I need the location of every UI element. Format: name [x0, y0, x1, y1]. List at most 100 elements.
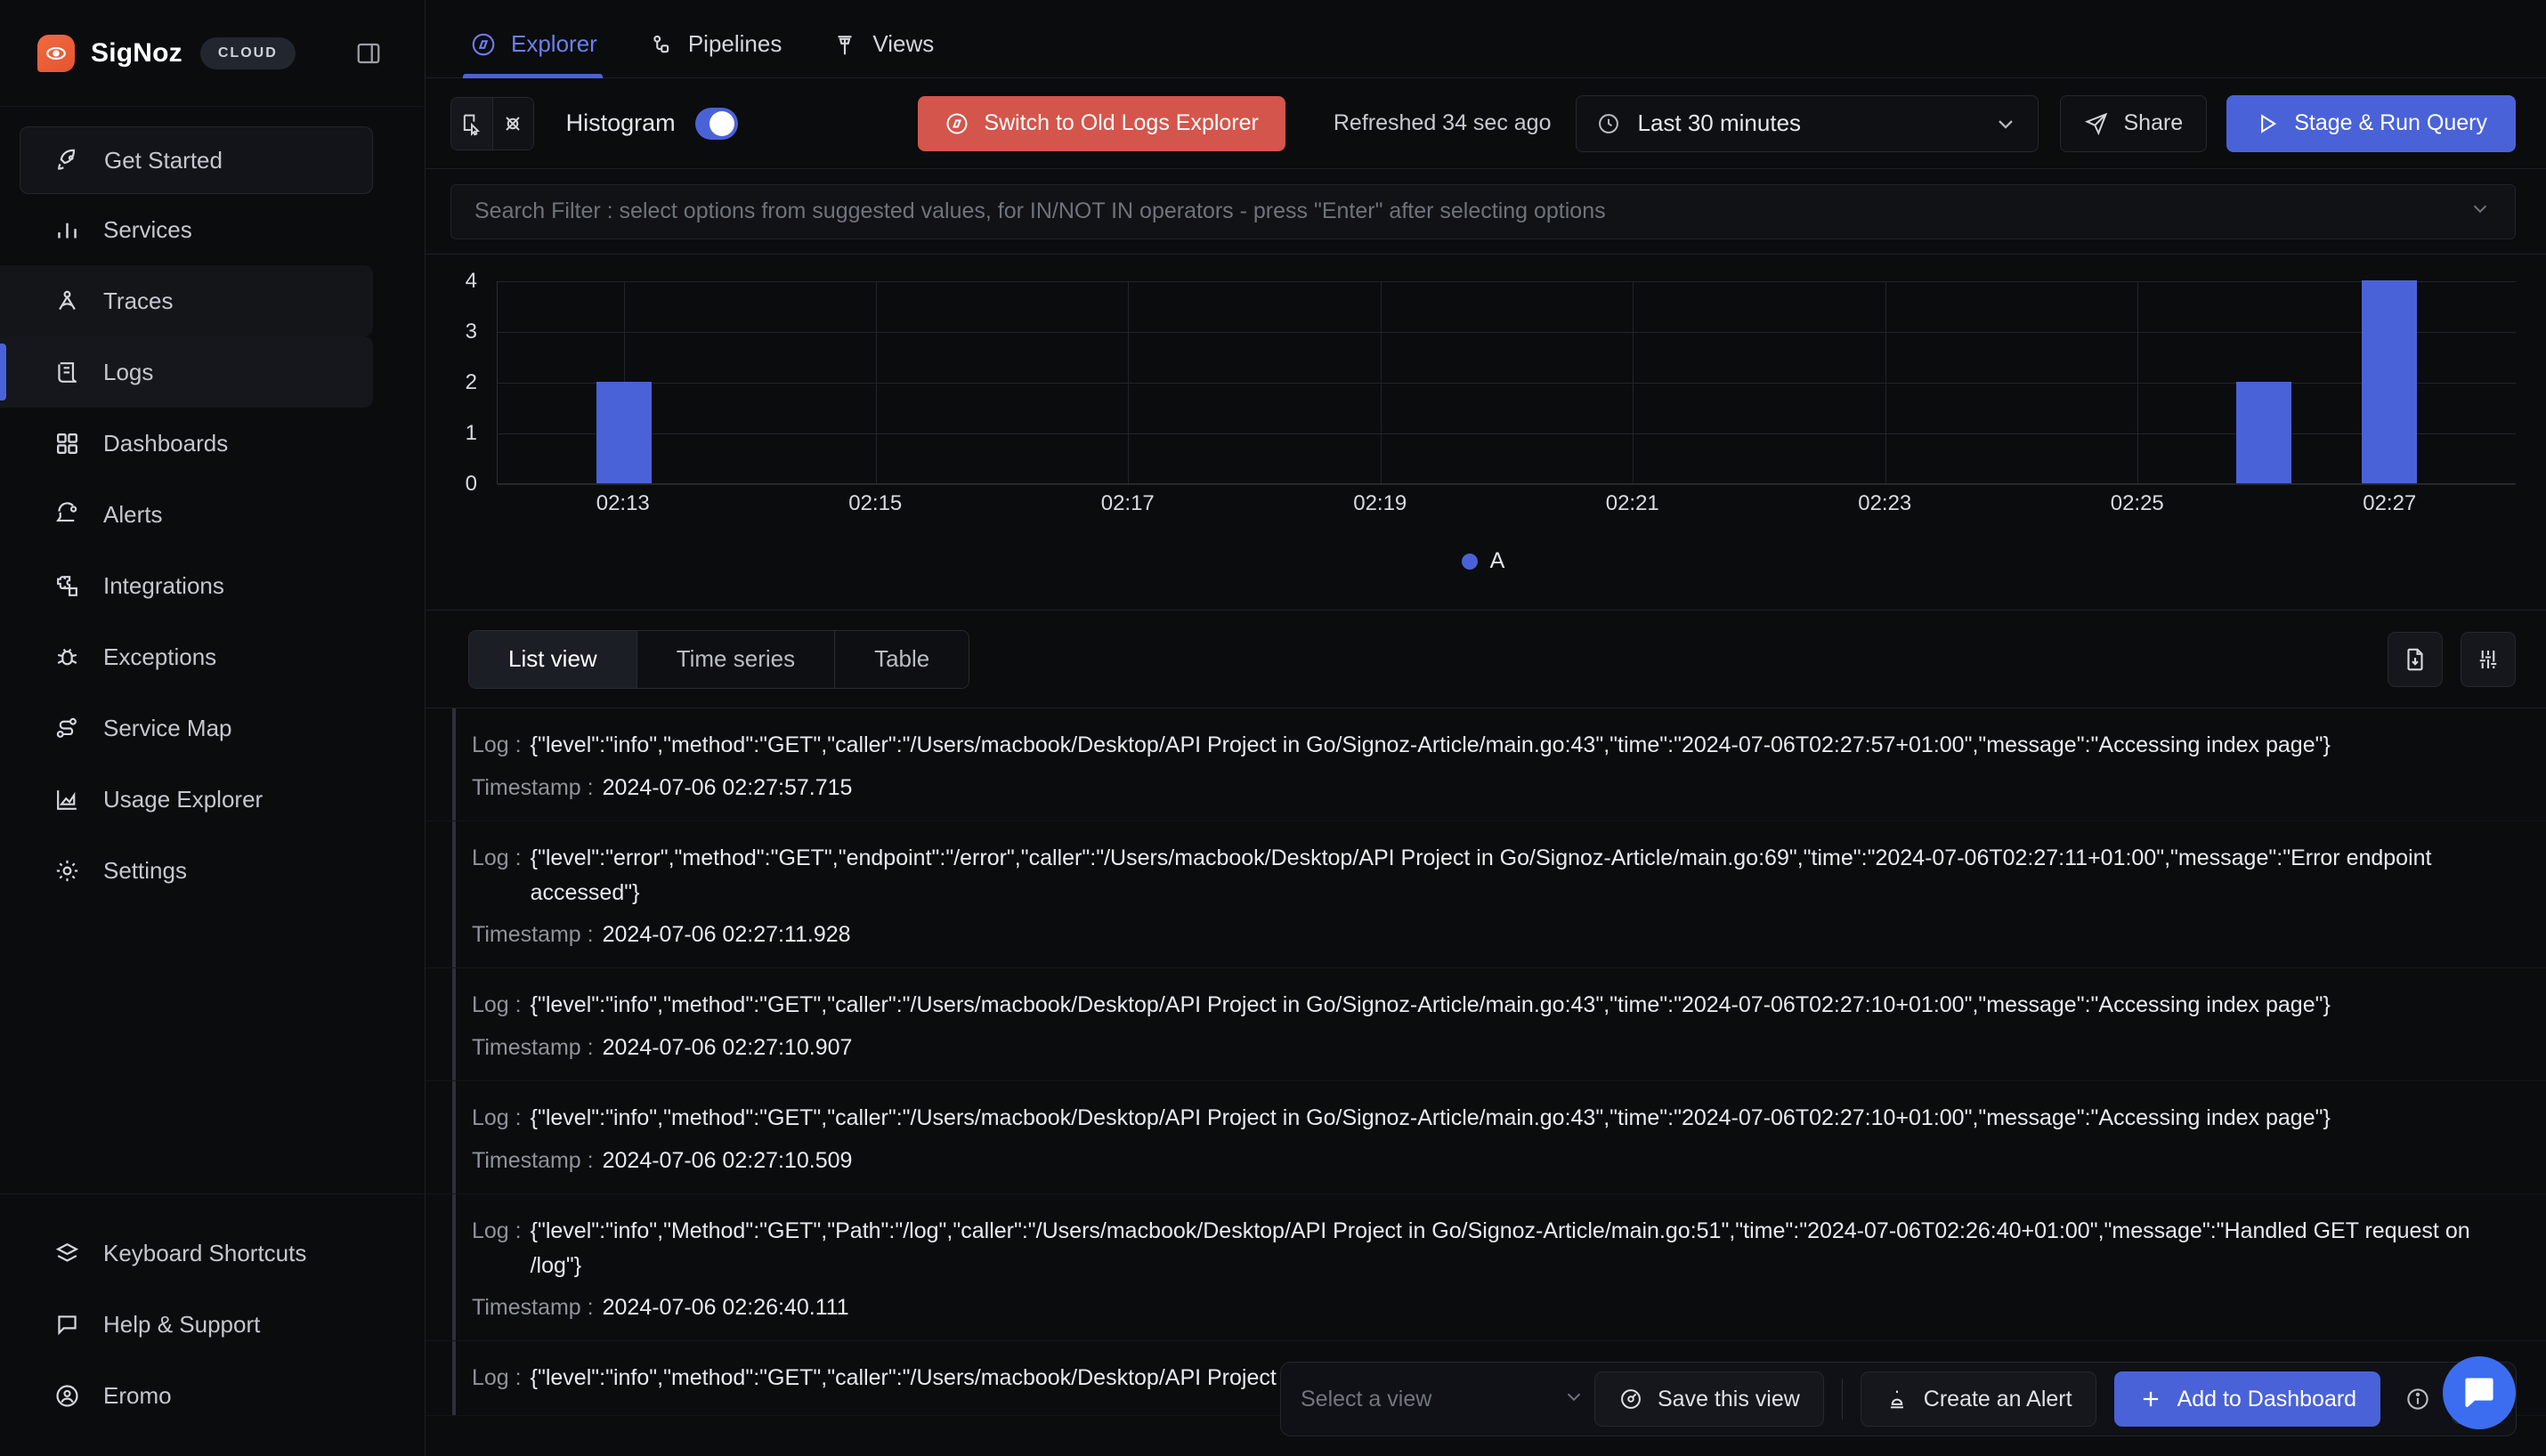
query-toolbar: Histogram Switch to Old Logs Explorer Re…	[426, 78, 2546, 169]
clickhouse-query-icon[interactable]	[491, 97, 533, 150]
intercom-chat-button[interactable]	[2443, 1356, 2516, 1429]
sidebar-item-help-support[interactable]: Help & Support	[0, 1289, 373, 1360]
chart-area: 0 1 2 3 4 02:13 02:15 02:17 02:19 02:21 02:23 02:2…	[450, 269, 2516, 573]
sidebar-item-services[interactable]: Services	[0, 194, 373, 265]
log-row[interactable]: Log : {"level":"error","method":"GET","en…	[426, 821, 2546, 969]
sidebar-item-usage-explorer[interactable]: Usage Explorer	[0, 764, 373, 835]
chart-bar[interactable]	[2235, 382, 2291, 483]
tab-label: Explorer	[511, 30, 597, 57]
search-input[interactable]: Search Filter : select options from sugg…	[450, 183, 2516, 239]
save-disc-icon	[1621, 1389, 1641, 1409]
histogram-label: Histogram	[565, 109, 676, 136]
bell-icon	[52, 499, 82, 530]
stage-and-run-query-button[interactable]: Stage & Run Query	[2226, 94, 2516, 152]
traces-icon	[52, 286, 82, 316]
chevron-down-icon	[1999, 119, 2014, 129]
sidebar-item-get-started[interactable]: Get Started	[20, 126, 373, 194]
chart-y-tick: 3	[465, 320, 477, 344]
tab-table[interactable]: Table	[834, 630, 969, 688]
select-view-dropdown[interactable]: Select a view	[1301, 1372, 1594, 1426]
histogram-toggle[interactable]	[694, 107, 739, 140]
timestamp-key: Timestamp :	[472, 1147, 594, 1173]
log-body: Log : {"level":"info","method":"GET","cal…	[472, 728, 2510, 763]
log-row[interactable]: Log : {"level":"info","method":"GET","cal…	[426, 1081, 2546, 1194]
plus-icon	[2143, 1391, 2158, 1407]
chart-gridline-vertical	[1128, 281, 1130, 483]
sidebar-item-label: Traces	[103, 287, 174, 314]
log-row[interactable]: Log : {"level":"info","method":"GET","cal…	[426, 968, 2546, 1081]
timestamp-value: 2024-07-06 02:27:10.509	[602, 1147, 853, 1173]
view-tabs: List view Time series Table	[468, 629, 970, 689]
puzzle-icon	[52, 570, 82, 601]
create-an-alert-button[interactable]: Create an Alert	[1860, 1371, 2096, 1427]
log-key: Log :	[472, 732, 522, 757]
sidebar: SigNoz CLOUD Get Started Services Traces…	[0, 0, 426, 1456]
sidebar-item-service-map[interactable]: Service Map	[0, 692, 373, 764]
info-icon[interactable]	[2393, 1374, 2443, 1424]
save-this-view-button[interactable]: Save this view	[1594, 1371, 1824, 1427]
log-list[interactable]: Log : {"level":"info","method":"GET","cal…	[426, 708, 2546, 1456]
collapse-sidebar-icon[interactable]	[350, 35, 387, 72]
log-timestamp: Timestamp : 2024-07-06 02:27:10.509	[472, 1148, 2510, 1174]
log-row[interactable]: Log : {"level":"info","method":"GET","cal…	[426, 708, 2546, 821]
chart-x-tick: 02:21	[1605, 491, 1659, 515]
log-value: {"level":"error","method":"GET","endpoin…	[530, 845, 2432, 905]
run-label: Stage & Run Query	[2294, 110, 2487, 135]
chart-bar[interactable]	[2362, 280, 2418, 483]
builder-mode-group	[450, 96, 534, 150]
service-map-icon	[52, 713, 82, 743]
tab-explorer[interactable]: Explorer	[450, 30, 628, 78]
chart-bar[interactable]	[596, 382, 652, 483]
switch-to-old-logs-explorer-button[interactable]: Switch to Old Logs Explorer	[918, 95, 1285, 151]
chart-x-tick: 02:25	[2110, 491, 2164, 515]
pipelines-icon	[653, 35, 669, 53]
chevron-down-icon[interactable]	[2469, 197, 2492, 226]
divider	[1841, 1379, 1843, 1420]
sidebar-item-user-account[interactable]: Eromo	[0, 1360, 373, 1431]
signoz-logo-icon	[37, 34, 75, 72]
sidebar-item-label: Usage Explorer	[103, 785, 264, 813]
bug-icon	[52, 642, 82, 672]
query-builder-icon[interactable]	[451, 97, 492, 150]
log-body: Log : {"level":"info","Method":"GET","Pat…	[472, 1214, 2510, 1283]
sidebar-item-label: Integrations	[103, 571, 224, 599]
bar-chart-icon	[52, 214, 82, 245]
timestamp-value: 2024-07-06 02:27:57.715	[602, 774, 853, 800]
log-body: Log : {"level":"info","method":"GET","cal…	[472, 988, 2510, 1023]
log-row[interactable]: Log : {"level":"info","Method":"GET","Pat…	[426, 1193, 2546, 1342]
sidebar-item-exceptions[interactable]: Exceptions	[0, 621, 373, 692]
sidebar-item-alerts[interactable]: Alerts	[0, 479, 373, 550]
sidebar-item-traces[interactable]: Traces	[0, 265, 373, 336]
log-timestamp: Timestamp : 2024-07-06 02:27:10.907	[472, 1035, 2510, 1061]
sidebar-item-logs[interactable]: Logs	[0, 336, 373, 408]
tab-views[interactable]: Views	[812, 30, 964, 77]
chart-gridline-vertical	[1633, 281, 1634, 483]
timestamp-key: Timestamp :	[472, 922, 594, 948]
log-key: Log :	[472, 845, 522, 870]
add-to-dashboard-button[interactable]: Add to Dashboard	[2113, 1371, 2381, 1427]
timestamp-value: 2024-07-06 02:27:11.928	[602, 922, 851, 948]
sidebar-item-label: Services	[103, 215, 192, 243]
log-value: {"level":"info","method":"GET","caller":…	[530, 732, 2331, 757]
log-key: Log :	[472, 992, 522, 1018]
brand-name: SigNoz	[91, 37, 182, 68]
sliders-icon[interactable]	[2461, 631, 2516, 687]
chart-plot	[497, 280, 2516, 485]
gear-icon	[52, 855, 82, 886]
share-button[interactable]: Share	[2060, 94, 2208, 152]
tab-list-view[interactable]: List view	[469, 630, 636, 688]
tab-time-series[interactable]: Time series	[636, 630, 835, 688]
tab-pipelines[interactable]: Pipelines	[628, 30, 813, 77]
view-action-bar: Select a view Save this view Create an A…	[1280, 1362, 2518, 1436]
download-icon[interactable]	[2388, 631, 2443, 687]
chart-y-tick: 0	[465, 472, 477, 496]
sidebar-item-keyboard-shortcuts[interactable]: Keyboard Shortcuts	[0, 1217, 373, 1289]
sidebar-item-dashboards[interactable]: Dashboards	[0, 408, 373, 479]
tab-label: Views	[872, 30, 935, 57]
sidebar-item-settings[interactable]: Settings	[0, 835, 373, 906]
sidebar-item-label: Service Map	[103, 714, 232, 741]
logs-icon	[52, 357, 82, 387]
sidebar-item-integrations[interactable]: Integrations	[0, 550, 373, 621]
clock-icon	[1599, 113, 1619, 133]
time-range-picker[interactable]: Last 30 minutes	[1576, 94, 2039, 152]
